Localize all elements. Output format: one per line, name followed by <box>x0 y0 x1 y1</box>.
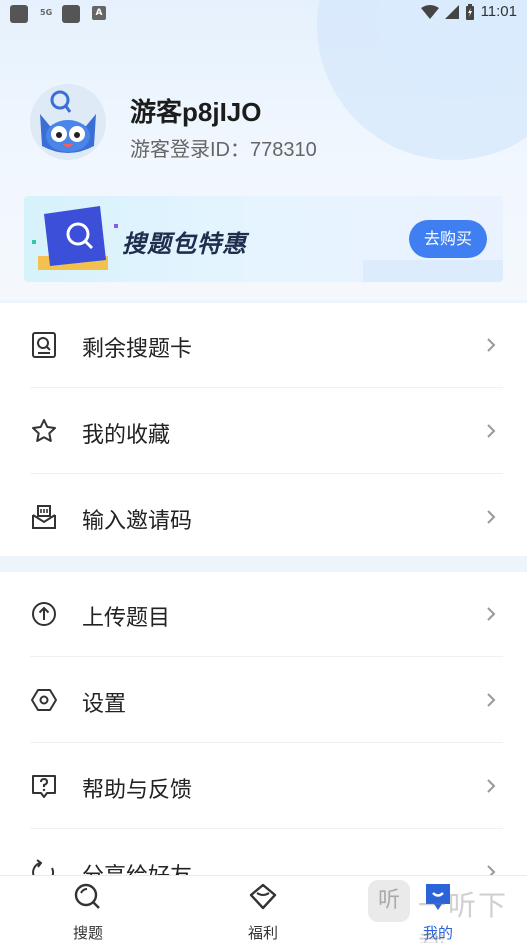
menu-group-account: 剩余搜题卡 我的收藏 输入邀请码 <box>0 303 527 556</box>
menu-item-label: 输入邀请码 <box>82 509 193 534</box>
user-nickname: 游客p8jIJO <box>130 97 262 127</box>
watermark: 听 一听下载 <box>366 874 527 943</box>
promo-banner[interactable]: 搜题包特惠 去购买 <box>24 196 503 282</box>
guest-login-id: 游客登录ID：778310 <box>130 139 317 161</box>
menu-item-help-feedback[interactable]: 帮助与反馈 <box>0 744 527 828</box>
battery-icon <box>465 3 474 20</box>
divider <box>30 828 503 829</box>
clock: 11:01 <box>480 3 517 20</box>
wifi-icon <box>420 4 439 19</box>
menu-item-settings[interactable]: 设置 <box>0 658 527 742</box>
tab-benefits[interactable]: 福利 <box>203 876 323 943</box>
menu-item-label: 上传题目 <box>82 606 171 631</box>
menu-item-label: 剩余搜题卡 <box>82 337 193 362</box>
divider <box>30 387 503 388</box>
upload-icon <box>32 602 56 626</box>
status-bar: 5G A 11:01 <box>0 0 527 28</box>
search-pack-illustration-icon <box>32 206 118 270</box>
banner-title: 搜题包特惠 <box>122 230 247 258</box>
search-icon <box>74 883 100 909</box>
divider <box>30 473 503 474</box>
menu-item-invite-code[interactable]: 输入邀请码 <box>0 475 527 559</box>
star-icon <box>32 419 56 442</box>
settings-hexagon-icon <box>31 689 57 711</box>
help-question-icon <box>32 775 56 798</box>
menu-item-favorites[interactable]: 我的收藏 <box>0 389 527 473</box>
chevron-right-icon <box>487 424 496 438</box>
notification-icon <box>10 5 28 23</box>
tab-label: 福利 <box>247 924 278 942</box>
chevron-right-icon <box>487 693 496 707</box>
menu-item-label: 设置 <box>82 692 127 717</box>
menu-item-label: 我的收藏 <box>82 423 171 448</box>
notification-icon <box>62 5 80 23</box>
banner-stripe <box>363 260 503 282</box>
menu-item-label: 帮助与反馈 <box>82 778 193 803</box>
tab-search[interactable]: 搜题 <box>28 876 148 943</box>
watermark-logo: 听 <box>368 880 410 922</box>
app-notification-icon: A <box>92 6 106 20</box>
divider <box>30 742 503 743</box>
chevron-right-icon <box>487 338 496 352</box>
signal-icon <box>444 4 459 19</box>
menu-group-general: 上传题目 设置 帮助与反馈 分享给好友 <box>0 572 527 889</box>
menu-item-search-cards[interactable]: 剩余搜题卡 <box>0 303 527 387</box>
buy-button[interactable]: 去购买 <box>409 220 487 258</box>
menu-item-upload[interactable]: 上传题目 <box>0 572 527 656</box>
chevron-right-icon <box>487 607 496 621</box>
search-card-icon <box>32 332 56 358</box>
chevron-right-icon <box>487 510 496 524</box>
invite-mail-icon <box>32 505 56 529</box>
watermark-text: 一听下载 <box>418 889 509 943</box>
avatar[interactable] <box>30 84 106 160</box>
network-type: 5G <box>40 8 53 17</box>
chevron-right-icon <box>487 779 496 793</box>
tab-label: 搜题 <box>72 924 103 942</box>
owl-mascot-icon <box>30 84 106 160</box>
gift-tag-icon <box>249 883 277 910</box>
divider <box>30 656 503 657</box>
